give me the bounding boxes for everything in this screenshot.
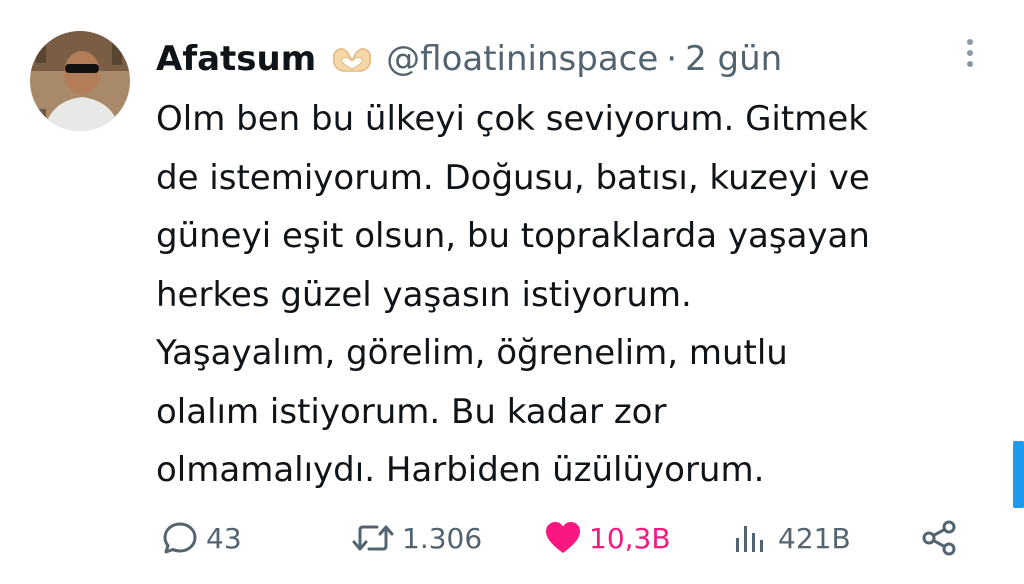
tweet-text: Olm ben bu ülkeyi çok seviyorum. Gitmek … <box>156 99 870 490</box>
retweet-button[interactable]: 1.306 <box>350 510 482 566</box>
more-options-button[interactable] <box>960 36 980 72</box>
retweet-arrows-icon <box>352 525 394 551</box>
scrollbar-thumb[interactable] <box>1013 441 1024 508</box>
reply-count: 43 <box>206 521 242 555</box>
bar-chart-icon <box>736 526 763 552</box>
separator-dot: · <box>666 39 678 79</box>
speech-bubble-icon <box>163 522 197 554</box>
tweet-header: Afatsum @floatininspace · 2 gün <box>156 34 782 84</box>
display-name[interactable]: Afatsum <box>156 39 316 79</box>
heart-hands-icon <box>333 48 372 72</box>
retweet-count: 1.306 <box>402 521 483 555</box>
vertical-dots-icon <box>967 39 973 67</box>
views-button[interactable]: 421B <box>732 510 851 566</box>
heart-icon <box>546 522 580 553</box>
like-button[interactable]: 10,3B <box>543 510 671 566</box>
avatar-image <box>30 31 130 131</box>
share-nodes-icon <box>922 520 956 556</box>
timestamp[interactable]: 2 gün <box>685 39 782 79</box>
user-handle[interactable]: @floatininspace <box>386 39 658 79</box>
avatar[interactable] <box>30 31 130 131</box>
action-bar: 43 1.306 10,3B 421B <box>0 510 1024 566</box>
views-count: 421B <box>778 521 851 555</box>
like-count: 10,3B <box>589 521 671 555</box>
reply-button[interactable]: 43 <box>160 510 242 566</box>
share-button[interactable] <box>920 510 960 566</box>
